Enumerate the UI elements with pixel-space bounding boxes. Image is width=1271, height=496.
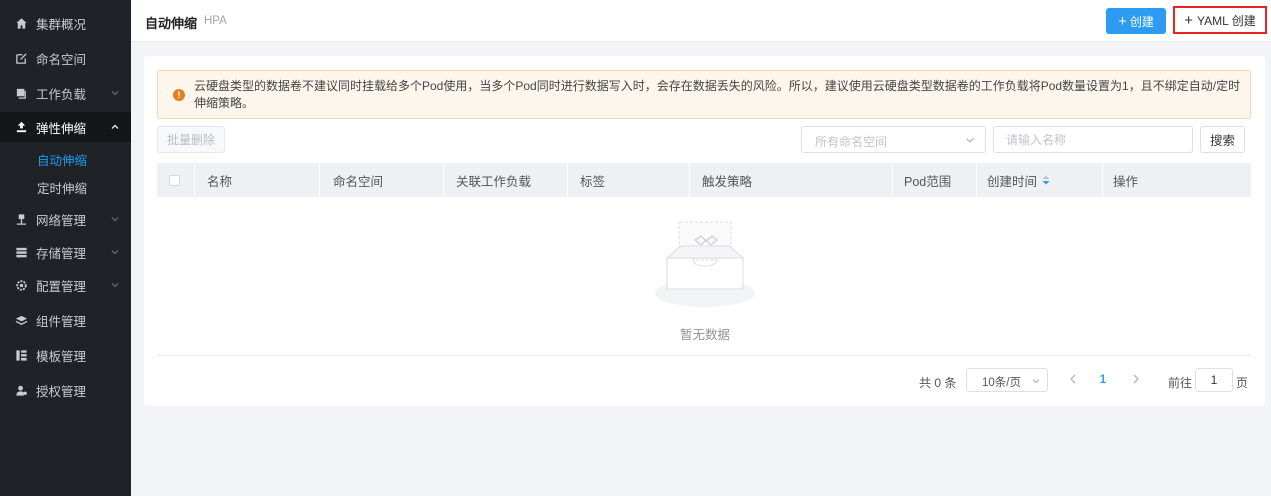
sidebar: 集群概况 命名空间 工作负载 弹性伸缩 自动伸缩 定时伸缩 网络管理 存储管理 … [0,0,131,496]
namespace-select-placeholder: 所有命名空间 [815,135,888,149]
chevron-down-icon [109,246,121,258]
sidebar-item-label: 集群概况 [36,17,87,32]
user-auth-icon [14,383,28,397]
chevron-down-icon [109,87,121,99]
sidebar-item-label: 模板管理 [36,349,87,364]
goto-label: 前往 [1168,376,1193,390]
batch-delete-label: 批量删除 [166,133,215,147]
create-button-label: 创建 [1129,14,1154,29]
gear-icon [14,278,28,292]
pagination-total: 共 0 条 [919,376,957,390]
edit-square-icon [14,51,28,65]
page-subtitle: HPA [204,15,227,27]
search-button-label: 搜索 [1209,134,1235,148]
next-page-icon[interactable] [1130,372,1142,386]
sidebar-item-label: 配置管理 [36,279,87,294]
chevron-down-icon [1031,375,1041,385]
divider [157,355,1251,356]
scaling-icon [14,120,28,134]
column-header-namespace: 命名空间 [319,163,443,197]
prev-page-icon[interactable] [1067,372,1079,386]
page-number-current[interactable]: 1 [1097,374,1109,386]
sidebar-item-label: 网络管理 [36,213,87,228]
yaml-create-button[interactable]: + YAML 创建 [1173,6,1267,34]
layers-icon [14,313,28,327]
plus-icon: + [1118,12,1127,30]
namespace-select[interactable]: 所有命名空间 [801,126,986,153]
sidebar-subitem-scheduled-scaling[interactable]: 定时伸缩 [0,173,131,201]
sidebar-item-label: 存储管理 [36,246,87,261]
column-header-pod-range: Pod范围 [892,163,976,197]
alert-text: 云硬盘类型的数据卷不建议同时挂载给多个Pod使用，当多个Pod同时进行数据写入时… [194,79,1241,110]
sidebar-item-label: 弹性伸缩 [36,121,87,136]
sidebar-item-namespaces[interactable]: 命名空间 [0,43,131,73]
batch-delete-button[interactable]: 批量删除 [157,126,225,153]
network-icon [14,212,28,226]
warning-alert: ! 云硬盘类型的数据卷不建议同时挂载给多个Pod使用，当多个Pod同时进行数据写… [157,70,1251,119]
sidebar-item-label: 工作负载 [36,87,87,102]
column-header-workload: 关联工作负载 [443,163,567,197]
plus-icon: + [1184,11,1194,29]
empty-box-illustration [655,221,755,307]
workload-icon [14,86,28,100]
sidebar-item-templates[interactable]: 模板管理 [0,340,131,370]
chevron-down-icon [964,134,976,146]
page-header: 自动伸缩 HPA + 创建 + YAML 创建 [131,0,1271,42]
search-button[interactable]: 搜索 [1200,126,1245,153]
sidebar-item-cluster-overview[interactable]: 集群概况 [0,8,131,38]
empty-state-text: 暂无数据 [679,328,730,342]
sidebar-item-storage[interactable]: 存储管理 [0,237,131,267]
sidebar-subitem-autoscaling[interactable]: 自动伸缩 [0,145,131,173]
sidebar-item-authorization[interactable]: 授权管理 [0,375,131,405]
goto-unit-label: 页 [1236,376,1249,390]
sidebar-item-label: 授权管理 [36,384,87,399]
chevron-down-icon [109,213,121,225]
chevron-up-icon [109,121,121,133]
column-header-trigger-policy: 触发策略 [689,163,892,197]
sidebar-item-label: 组件管理 [36,314,87,329]
column-header-labels: 标签 [567,163,689,197]
warning-icon: ! [173,89,185,101]
goto-page-input[interactable] [1195,368,1233,392]
sidebar-item-network[interactable]: 网络管理 [0,204,131,234]
page-title: 自动伸缩 [145,16,198,31]
create-button[interactable]: + 创建 [1106,8,1166,34]
column-header-actions: 操作 [1102,163,1251,197]
sidebar-subitem-label: 定时伸缩 [37,181,88,196]
template-icon [14,348,28,362]
home-icon [14,16,28,30]
page-size-value: 10条/页 [982,377,1021,389]
sidebar-item-label: 命名空间 [36,52,87,67]
sidebar-item-config[interactable]: 配置管理 [0,270,131,300]
yaml-create-button-label: YAML 创建 [1197,13,1256,28]
storage-icon [14,245,28,259]
chevron-down-icon [109,279,121,291]
main-card: ! 云硬盘类型的数据卷不建议同时挂载给多个Pod使用，当多个Pod同时进行数据写… [144,56,1265,406]
column-header-name: 名称 [194,163,319,197]
sidebar-item-workloads[interactable]: 工作负载 [0,78,131,108]
page-size-select[interactable]: 10条/页 [966,368,1048,392]
sidebar-subitem-label: 自动伸缩 [37,153,88,168]
table-header: 名称 命名空间 关联工作负载 标签 触发策略 Pod范围 创建时间 操作 [157,163,1251,197]
column-header-created-time[interactable]: 创建时间 [976,163,1102,197]
sidebar-item-components[interactable]: 组件管理 [0,305,131,335]
select-all-checkbox[interactable] [169,175,180,186]
sidebar-item-elastic-scaling[interactable]: 弹性伸缩 [0,112,131,142]
name-search-input[interactable] [993,126,1193,153]
sort-icon[interactable] [1042,175,1050,185]
